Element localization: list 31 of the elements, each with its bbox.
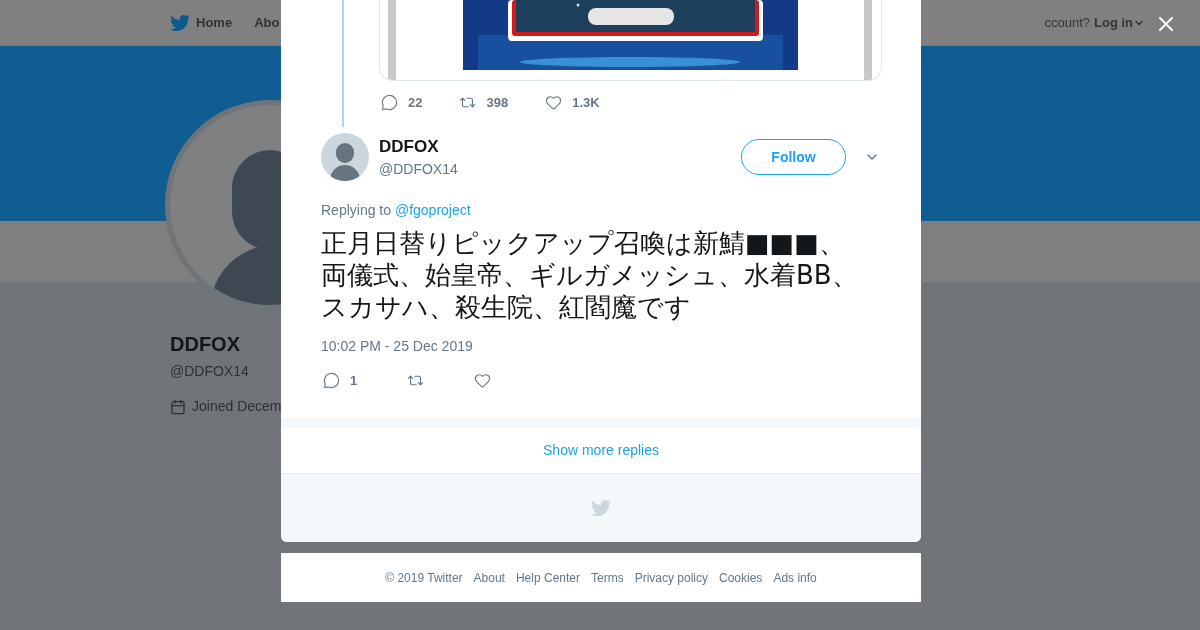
footer-link[interactable]: Cookies (719, 568, 763, 587)
like-icon[interactable] (474, 372, 492, 390)
footer-link[interactable]: Help Center (515, 568, 580, 587)
user-avatar (321, 133, 369, 181)
footer-link[interactable]: Privacy policy (634, 568, 708, 587)
reply-icon[interactable] (323, 372, 340, 390)
mention-link[interactable]: @fgoproject (394, 202, 471, 218)
reply-count: 1 (350, 372, 358, 390)
tweet-text: 正月日替りピックアップ召喚は新鯖■■■、両儀式、始皇帝、ギルガメッシュ、水着BB、スカサハ、殺生院、紅閻魔です (321, 227, 859, 323)
like-icon[interactable] (545, 94, 563, 112)
copyright-text: © 2019 Twitter (385, 569, 463, 587)
profile-name: DDFOX (170, 332, 240, 357)
reply-count: 22 (408, 94, 423, 112)
footer-link[interactable]: Terms (591, 568, 624, 587)
joined-date: Joined Decem (192, 397, 282, 416)
calendar-icon (170, 398, 186, 415)
nav-link[interactable]: Home (196, 12, 233, 33)
footer-link[interactable]: Ads info (773, 568, 817, 587)
retweet-count: 398 (486, 94, 509, 112)
bird-logo-icon (591, 498, 611, 518)
account-prompt: ccount? (1044, 13, 1090, 32)
login-button[interactable]: Log in (1094, 12, 1145, 33)
footer-link[interactable]: About (473, 568, 505, 587)
like-count: 1.3K (572, 94, 600, 112)
user-handle: @DDFOX14 (379, 160, 458, 180)
profile-handle: @DDFOX14 (170, 362, 249, 381)
user-name: DDFOX (379, 135, 440, 158)
replying-to-text: Replying to @fgoproject (321, 201, 472, 220)
nav-link[interactable]: Abo (254, 12, 280, 33)
reply-icon[interactable] (381, 94, 398, 112)
tweet-timestamp: 10:02 PM - 25 Dec 2019 (321, 337, 474, 356)
